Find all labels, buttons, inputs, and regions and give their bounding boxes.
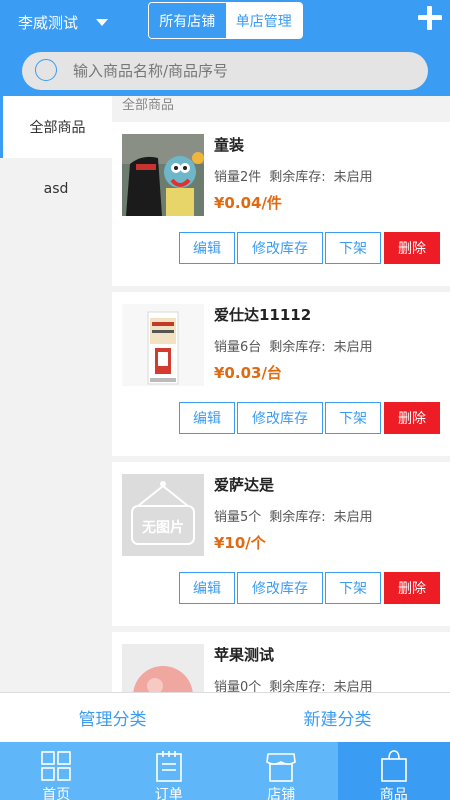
- product-stock-value: 未启用: [333, 170, 373, 185]
- product-sales: 销量0个: [214, 680, 262, 692]
- product-stock-label: 剩余库存:: [269, 510, 326, 525]
- delete-button[interactable]: 删除: [384, 402, 440, 434]
- segment-single-store[interactable]: 单店管理: [225, 3, 302, 38]
- product-name: 爱仕达11112: [214, 306, 312, 324]
- tab-store[interactable]: 店铺: [225, 742, 338, 800]
- product-price: ¥0.03/台: [214, 364, 282, 382]
- product-list: 全部商品 童装 销量2件 剩余库存: 未启用 ¥0.04/件 编辑 修改库存 下…: [112, 96, 450, 692]
- unlist-button[interactable]: 下架: [325, 572, 381, 604]
- product-meta: 销量6台 剩余库存: 未启用: [214, 336, 373, 355]
- no-image-text: 无图片: [142, 520, 184, 536]
- edit-stock-button[interactable]: 修改库存: [237, 572, 323, 604]
- edit-stock-button[interactable]: 修改库存: [237, 402, 323, 434]
- plus-icon[interactable]: [416, 4, 444, 32]
- product-stock-label: 剩余库存:: [269, 170, 326, 185]
- product-stock-label: 剩余库存:: [269, 680, 326, 692]
- shopping-bag-icon: [380, 750, 407, 782]
- product-name: 苹果测试: [214, 646, 275, 664]
- store-selector[interactable]: 李威测试: [18, 9, 109, 35]
- product-image[interactable]: [122, 304, 204, 386]
- tab-label: 店铺: [267, 787, 296, 800]
- product-image[interactable]: [122, 134, 204, 216]
- edit-button[interactable]: 编辑: [179, 572, 235, 604]
- tab-home[interactable]: 首页: [0, 742, 113, 800]
- grid-home-icon: [41, 751, 71, 781]
- store-icon: [266, 753, 296, 782]
- section-title: 全部商品: [122, 98, 175, 113]
- edit-button[interactable]: 编辑: [179, 402, 235, 434]
- product-meta: 销量0个 剩余库存: 未启用: [214, 676, 373, 692]
- product-sales: 销量2件: [214, 170, 262, 185]
- segment-all-stores[interactable]: 所有店铺: [149, 3, 226, 38]
- tab-orders[interactable]: 订单: [113, 742, 226, 800]
- product-stock-value: 未启用: [333, 340, 373, 355]
- unlist-button[interactable]: 下架: [325, 232, 381, 264]
- product-sales: 销量5个: [214, 510, 262, 525]
- category-action-bar: 管理分类 新建分类: [0, 692, 450, 742]
- sidebar-item-label: asd: [43, 181, 69, 197]
- search-icon: [35, 59, 59, 83]
- sidebar-item-asd[interactable]: asd: [0, 158, 112, 220]
- store-mode-toggle: 所有店铺 单店管理: [148, 2, 303, 39]
- product-price: ¥10/个: [214, 534, 266, 552]
- manage-categories-button[interactable]: 管理分类: [0, 693, 225, 742]
- sidebar-item-all-products[interactable]: 全部商品: [0, 96, 112, 158]
- sidebar-item-label: 全部商品: [29, 120, 86, 136]
- product-stock-label: 剩余库存:: [269, 340, 326, 355]
- unlist-button[interactable]: 下架: [325, 402, 381, 434]
- top-header: 李威测试 所有店铺 单店管理: [0, 0, 450, 44]
- tab-label: 订单: [154, 787, 183, 800]
- product-card: 童装 销量2件 剩余库存: 未启用 ¥0.04/件 编辑 修改库存 下架 删除: [112, 122, 450, 286]
- product-meta: 销量5个 剩余库存: 未启用: [214, 506, 373, 525]
- new-category-button[interactable]: 新建分类: [225, 693, 450, 742]
- edit-stock-button[interactable]: 修改库存: [237, 232, 323, 264]
- product-card: 爱仕达11112 销量6台 剩余库存: 未启用 ¥0.03/台 编辑 修改库存 …: [112, 292, 450, 456]
- bottom-tab-bar: 首页 订单 店铺 商品: [0, 742, 450, 800]
- product-name: 童装: [214, 136, 245, 154]
- search-input[interactable]: [73, 62, 393, 80]
- category-sidebar: 全部商品 asd: [0, 96, 112, 692]
- product-card: 苹果测试 销量0个 剩余库存: 未启用: [112, 632, 450, 692]
- product-meta: 销量2件 剩余库存: 未启用: [214, 166, 373, 185]
- store-name: 李威测试: [18, 13, 79, 32]
- tab-label: 首页: [42, 787, 71, 800]
- product-card: 无图片 爱萨达是 销量5个 剩余库存: 未启用 ¥10/个 编辑 修改库存 下架…: [112, 462, 450, 626]
- tab-products[interactable]: 商品: [337, 742, 450, 800]
- clipboard-icon: [155, 751, 182, 782]
- search-bar-area: [0, 44, 450, 96]
- edit-button[interactable]: 编辑: [179, 232, 235, 264]
- tab-label: 商品: [379, 787, 408, 800]
- product-stock-value: 未启用: [333, 680, 373, 692]
- delete-button[interactable]: 删除: [384, 572, 440, 604]
- product-image[interactable]: [122, 644, 204, 692]
- product-stock-value: 未启用: [333, 510, 373, 525]
- caret-down-icon: [96, 18, 109, 26]
- product-sales: 销量6台: [214, 340, 262, 355]
- delete-button[interactable]: 删除: [384, 232, 440, 264]
- product-name: 爱萨达是: [214, 476, 275, 494]
- product-image-placeholder[interactable]: 无图片: [122, 474, 204, 556]
- search-box: [22, 52, 428, 90]
- product-price: ¥0.04/件: [214, 194, 282, 212]
